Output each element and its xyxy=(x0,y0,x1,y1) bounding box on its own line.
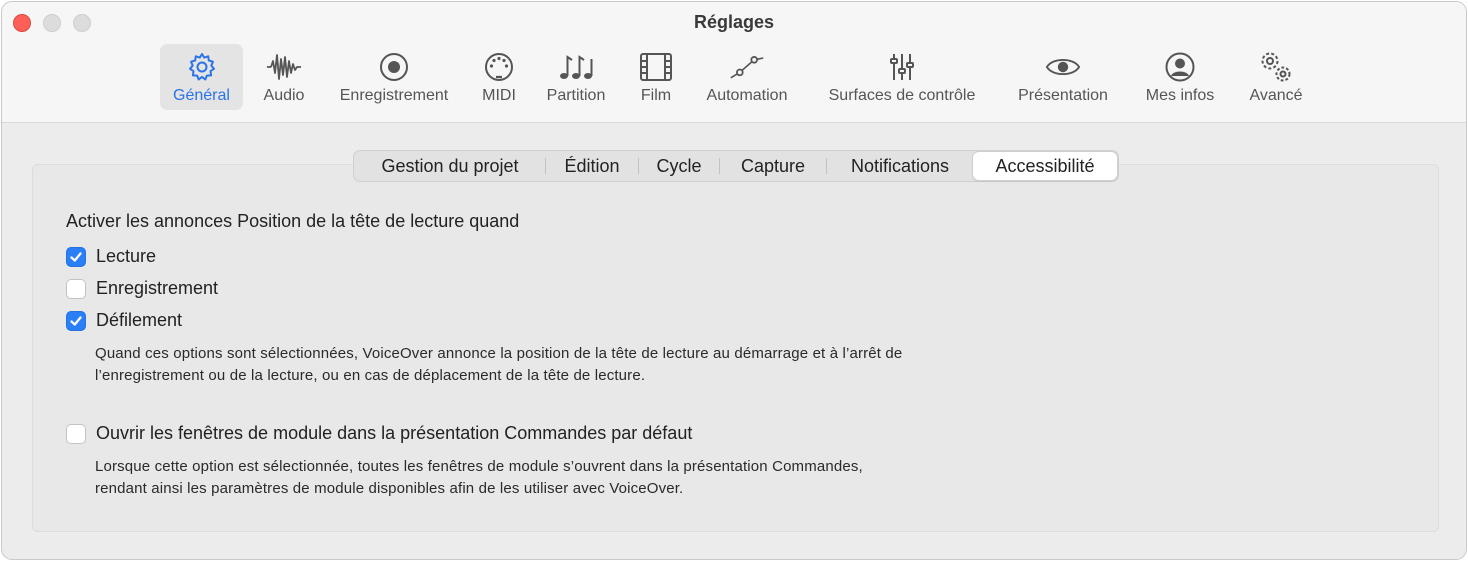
recording-checkbox[interactable] xyxy=(66,278,86,299)
plugin-description-line: rendant ainsi les paramètres de module d… xyxy=(95,480,684,497)
checkmark-icon xyxy=(70,251,82,262)
scrolling-label: Défilement xyxy=(96,310,183,330)
plugin-controls-label: Ouvrir les fenêtres de module dans la pr… xyxy=(96,423,693,443)
plugin-controls-description: Lorsque cette option est sélectionnée, t… xyxy=(95,456,863,500)
checkmark-icon xyxy=(70,315,82,326)
toolbar-item-score[interactable]: Partition xyxy=(541,44,611,110)
tab-cycle[interactable]: Cycle xyxy=(639,152,719,180)
gears-icon xyxy=(1258,49,1294,85)
toolbar-label: Partition xyxy=(546,87,606,104)
toolbar-item-my-info[interactable]: Mes infos xyxy=(1140,44,1220,110)
waveform-icon xyxy=(266,49,302,85)
announcements-heading: Activer les annonces Position de la tête… xyxy=(66,211,520,231)
record-icon xyxy=(376,49,412,85)
tab-capture[interactable]: Capture xyxy=(720,152,826,180)
toolbar-label: Audio xyxy=(263,87,305,104)
user-icon xyxy=(1162,49,1198,85)
options-description-line: Quand ces options sont sélectionnées, Vo… xyxy=(95,345,903,362)
film-strip-icon xyxy=(638,49,674,85)
option-playback[interactable]: Lecture xyxy=(66,246,156,267)
toolbar-item-recording[interactable]: Enregistrement xyxy=(333,44,455,110)
tab-bar: Gestion du projet Édition Cycle Capture … xyxy=(353,150,1119,182)
toolbar-label: Présentation xyxy=(1018,87,1108,104)
options-description: Quand ces options sont sélectionnées, Vo… xyxy=(95,343,902,387)
toolbar-label: Mes infos xyxy=(1145,87,1215,104)
tab-accessibility[interactable]: Accessibilité xyxy=(973,152,1117,180)
toolbar-item-midi[interactable]: MIDI xyxy=(477,44,521,110)
playback-checkbox[interactable] xyxy=(66,246,86,267)
faders-icon xyxy=(884,49,920,85)
tab-editing[interactable]: Édition xyxy=(546,152,638,180)
option-open-plugin-controls[interactable]: Ouvrir les fenêtres de module dans la pr… xyxy=(66,423,692,444)
settings-window: Réglages Général Audio Enregistrement MI… xyxy=(1,1,1467,560)
tab-notifications[interactable]: Notifications xyxy=(827,152,973,180)
music-notes-icon xyxy=(558,49,594,85)
plugin-description-line: Lorsque cette option est sélectionnée, t… xyxy=(95,458,863,475)
toolbar-item-film[interactable]: Film xyxy=(633,44,679,110)
option-scrolling[interactable]: Défilement xyxy=(66,310,182,331)
toolbar-item-display[interactable]: Présentation xyxy=(1008,44,1118,110)
automation-curve-icon xyxy=(729,49,765,85)
toolbar-label: Général xyxy=(173,87,230,104)
toolbar-label: Avancé xyxy=(1249,87,1303,104)
eye-icon xyxy=(1045,49,1081,85)
option-recording[interactable]: Enregistrement xyxy=(66,278,218,299)
toolbar-item-advanced[interactable]: Avancé xyxy=(1244,44,1308,110)
window-title: Réglages xyxy=(693,12,775,32)
tab-project-handling[interactable]: Gestion du projet xyxy=(355,152,545,180)
toolbar-label: MIDI xyxy=(482,87,516,104)
recording-label: Enregistrement xyxy=(96,278,219,298)
toolbar-item-control-surfaces[interactable]: Surfaces de contrôle xyxy=(818,44,986,110)
toolbar-item-automation[interactable]: Automation xyxy=(700,44,794,110)
gear-icon xyxy=(184,49,220,85)
scrolling-checkbox[interactable] xyxy=(66,310,86,331)
toolbar-label: Surfaces de contrôle xyxy=(828,87,976,104)
toolbar-label: Automation xyxy=(706,87,788,104)
toolbar-label: Enregistrement xyxy=(339,87,449,104)
toolbar-item-general[interactable]: Général xyxy=(160,44,243,110)
toolbar-label: Film xyxy=(640,87,672,104)
toolbar-item-audio[interactable]: Audio xyxy=(257,44,311,110)
plugin-controls-checkbox[interactable] xyxy=(66,423,86,444)
playback-label: Lecture xyxy=(96,246,157,266)
title-bar: Réglages Général Audio Enregistrement MI… xyxy=(2,2,1466,123)
options-description-line: l’enregistrement ou de la lecture, ou en… xyxy=(95,367,646,384)
midi-connector-icon xyxy=(481,49,517,85)
